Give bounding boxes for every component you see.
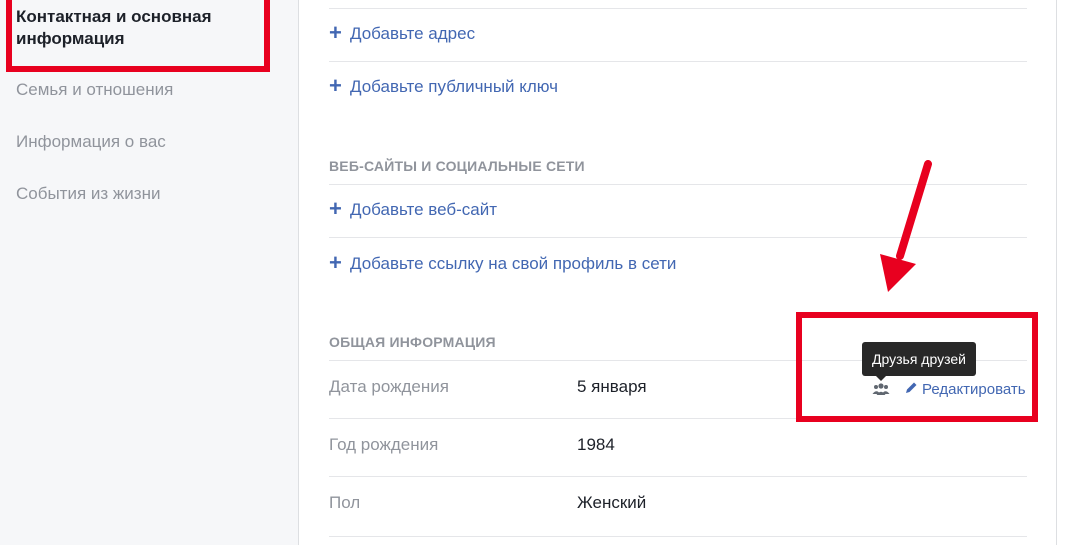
- birth-year-value: 1984: [577, 435, 615, 454]
- plus-icon: +: [329, 196, 342, 221]
- general-info-section-title: ОБЩАЯ ИНФОРМАЦИЯ: [329, 334, 496, 350]
- sidebar-item-about[interactable]: Информация о вас: [16, 132, 166, 152]
- add-address-label: Добавьте адрес: [350, 24, 476, 43]
- sidebar-item-life-events[interactable]: События из жизни: [16, 184, 160, 204]
- add-profile-link-label: Добавьте ссылку на свой профиль в сети: [350, 254, 677, 273]
- divider: [329, 8, 1027, 9]
- add-public-key-link[interactable]: + Добавьте публичный ключ: [329, 73, 559, 98]
- birth-year-label: Год рождения: [329, 435, 439, 454]
- highlight-box-sidebar: [6, 0, 270, 72]
- divider: [329, 536, 1027, 537]
- add-address-link[interactable]: + Добавьте адрес: [329, 20, 476, 45]
- birthdate-value: 5 января: [577, 377, 647, 396]
- plus-icon: +: [329, 250, 342, 275]
- plus-icon: +: [329, 20, 342, 45]
- sidebar: Контактная и основная информация Семья и…: [0, 0, 299, 545]
- add-profile-link[interactable]: + Добавьте ссылку на свой профиль в сети: [329, 250, 677, 275]
- birthdate-label: Дата рождения: [329, 377, 449, 396]
- gender-value: Женский: [577, 493, 647, 512]
- add-website-link[interactable]: + Добавьте веб-сайт: [329, 196, 498, 221]
- divider: [329, 61, 1027, 62]
- websites-section-title: ВЕБ-САЙТЫ И СОЦИАЛЬНЫЕ СЕТИ: [329, 158, 585, 174]
- add-public-key-label: Добавьте публичный ключ: [350, 77, 559, 96]
- sidebar-item-family[interactable]: Семья и отношения: [16, 80, 173, 100]
- add-website-label: Добавьте веб-сайт: [350, 200, 498, 219]
- plus-icon: +: [329, 73, 342, 98]
- highlight-box-privacy: [796, 312, 1038, 422]
- divider: [329, 476, 1027, 477]
- red-arrow-annotation: [880, 160, 932, 292]
- gender-label: Пол: [329, 493, 361, 512]
